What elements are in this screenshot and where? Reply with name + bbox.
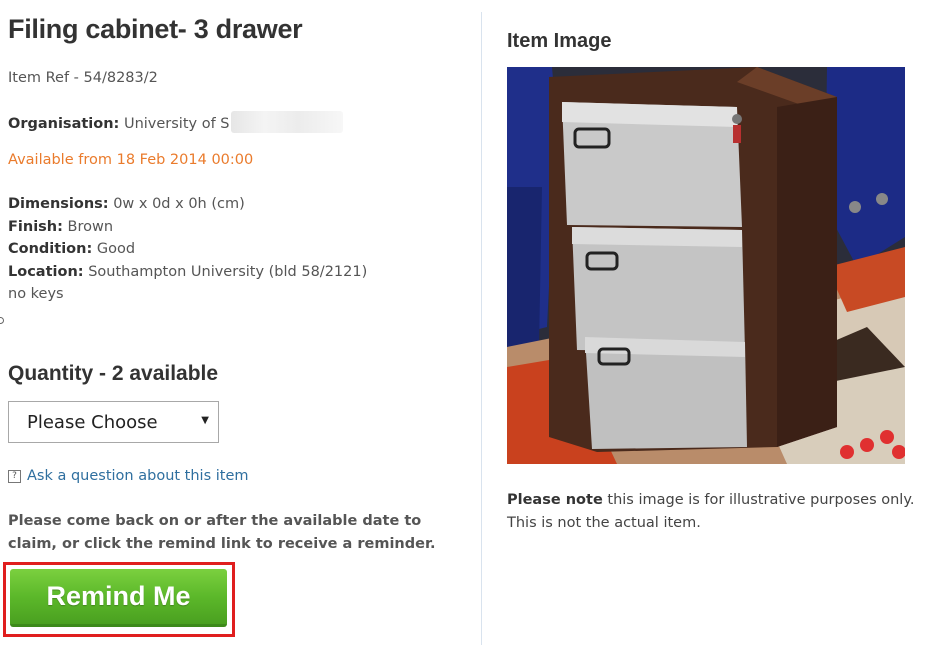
quantity-select[interactable]: Please Choose ▼	[8, 401, 219, 443]
quantity-select-value: Please Choose	[27, 412, 158, 433]
dimensions-label: Dimensions:	[8, 196, 109, 212]
redacted-blur	[230, 111, 343, 133]
item-image-heading: Item Image	[507, 30, 612, 52]
extra-note: no keys	[8, 286, 64, 302]
ask-question-label: Ask a question about this item	[27, 468, 249, 484]
image-disclaimer: Please note this image is for illustrati…	[507, 489, 927, 534]
dimensions-row: Dimensions: 0w x 0d x 0h (cm)	[8, 193, 367, 216]
item-attributes: Dimensions: 0w x 0d x 0h (cm) Finish: Br…	[8, 193, 367, 306]
bullet-dot	[0, 317, 4, 324]
item-image-panel: Item Image Please note this image is for…	[482, 0, 950, 645]
claim-instructions: Please come back on or after the availab…	[8, 513, 436, 552]
remind-me-button[interactable]: Remind Me	[10, 569, 227, 627]
condition-value: Good	[96, 241, 136, 257]
dimensions-value: 0w x 0d x 0h (cm)	[113, 196, 245, 212]
item-details-panel: Filing cabinet- 3 drawer Item Ref - 54/8…	[0, 0, 480, 645]
organisation-value: University of S	[123, 116, 230, 132]
finish-value: Brown	[67, 218, 114, 235]
location-label: Location:	[8, 263, 84, 280]
question-icon: ?	[8, 469, 21, 483]
dropdown-caret-icon: ▼	[201, 415, 209, 426]
location-row: Location: Southampton University (bld 58…	[8, 261, 367, 284]
availability-date: Available from 18 Feb 2014 00:00	[8, 152, 254, 168]
finish-label: Finish:	[8, 218, 63, 235]
ask-question-link[interactable]: ? Ask a question about this item	[8, 468, 249, 484]
condition-label: Condition:	[8, 241, 93, 257]
condition-row: Condition: Good	[8, 238, 367, 261]
item-photo	[507, 67, 905, 464]
location-value: Southampton University (bld 58/2121)	[88, 263, 368, 280]
item-title: Filing cabinet- 3 drawer	[8, 14, 303, 44]
finish-row: Finish: Brown	[8, 216, 367, 239]
item-ref: Item Ref - 54/8283/2	[8, 70, 158, 86]
organisation: Organisation: University of S	[8, 111, 343, 133]
quantity-heading: Quantity - 2 available	[8, 362, 219, 385]
disclaimer-bold: Please note	[507, 492, 603, 508]
organisation-label: Organisation:	[8, 116, 120, 132]
